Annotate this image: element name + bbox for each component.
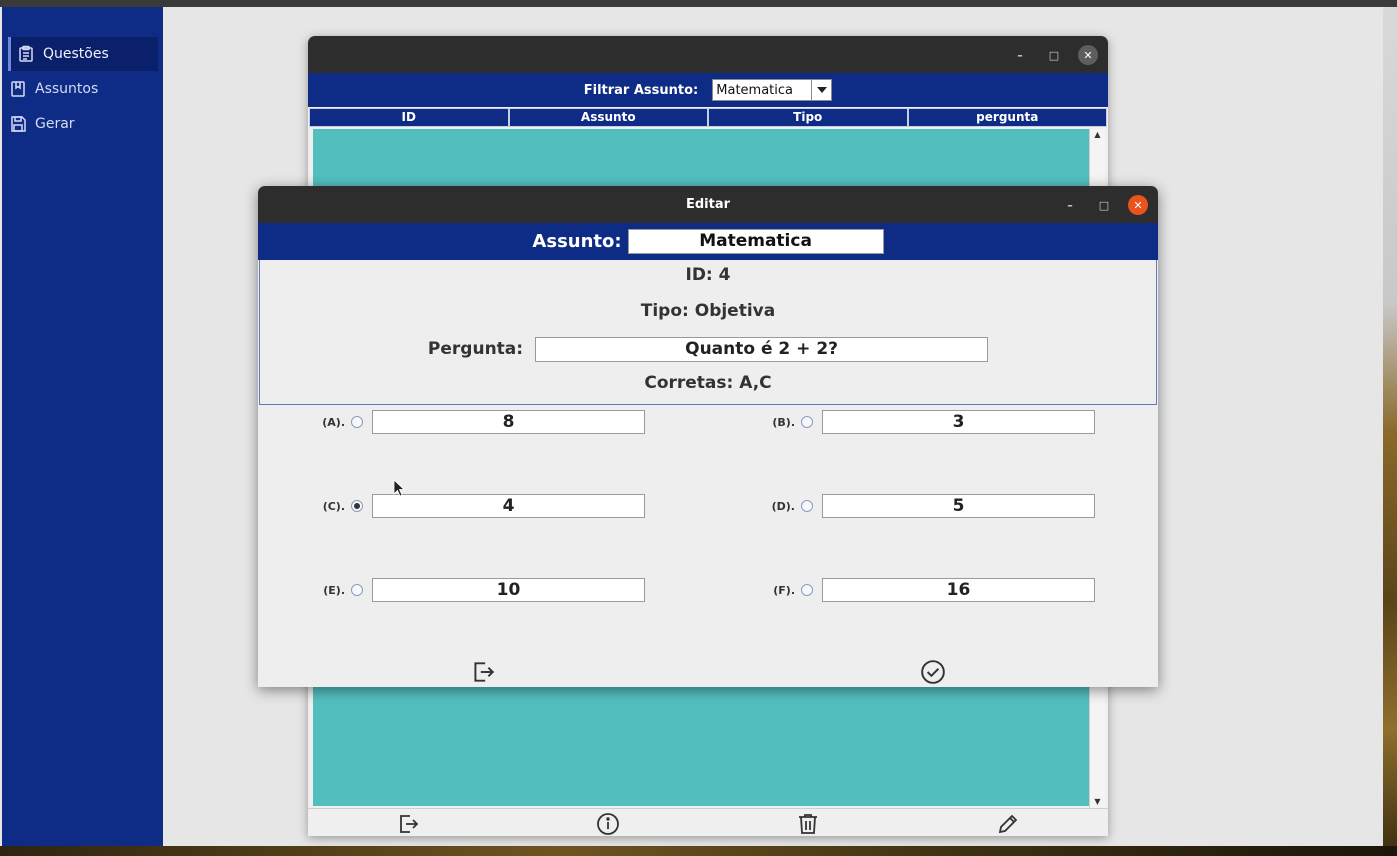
info-icon[interactable]: [596, 812, 620, 836]
maximize-button[interactable]: □: [1044, 45, 1064, 65]
assunto-label: Assunto:: [532, 231, 622, 252]
chevron-down-icon[interactable]: [811, 80, 831, 100]
filter-bar: Filtrar Assunto: Matematica: [308, 73, 1108, 107]
sidebar-item-assuntos[interactable]: Assuntos: [3, 72, 153, 106]
exit-icon[interactable]: [470, 659, 496, 685]
column-header-pergunta[interactable]: pergunta: [907, 108, 1107, 127]
option-label: (B).: [772, 415, 795, 429]
option-f-field[interactable]: 16: [822, 578, 1095, 602]
list-window-titlebar: – □ ✕: [308, 36, 1108, 73]
option-a-radio[interactable]: [351, 416, 363, 428]
option-c-radio[interactable]: [351, 500, 363, 512]
edit-dialog-titlebar: Editar – □ ✕: [258, 186, 1158, 223]
option-label: (C).: [322, 499, 345, 513]
option-label: (F).: [773, 583, 795, 597]
list-toolbar: [308, 808, 1108, 836]
option-row-f: (F). 16: [759, 578, 1095, 602]
pencil-icon[interactable]: [996, 812, 1020, 836]
option-b-field[interactable]: 3: [822, 410, 1095, 434]
assunto-field[interactable]: Matematica: [627, 229, 884, 254]
sidebar-item-label: Gerar: [35, 116, 75, 132]
correct-answers: Corretas: A,C: [644, 373, 772, 393]
edit-dialog-title: Editar: [685, 197, 731, 212]
option-c-field[interactable]: 4: [372, 494, 645, 518]
option-d-radio[interactable]: [801, 500, 813, 512]
option-d-field[interactable]: 5: [822, 494, 1095, 518]
minimize-button[interactable]: –: [1010, 45, 1030, 65]
option-f-radio[interactable]: [801, 584, 813, 596]
pergunta-row: Pergunta: Quanto é 2 + 2?: [260, 336, 1156, 362]
option-row-d: (D). 5: [759, 494, 1095, 518]
sidebar-item-gerar[interactable]: Gerar: [3, 107, 153, 141]
table-header: ID Assunto Tipo pergunta: [309, 108, 1107, 127]
option-e-field[interactable]: 10: [372, 578, 645, 602]
scroll-up-arrow-icon[interactable]: ▲: [1090, 130, 1105, 144]
question-info-panel: ID: 4 Tipo: Objetiva Pergunta: Quanto é …: [259, 260, 1157, 405]
option-row-c: (C). 4: [309, 494, 645, 518]
filter-label: Filtrar Assunto:: [583, 82, 699, 98]
sidebar-item-questoes[interactable]: Questões: [8, 37, 158, 71]
close-button[interactable]: ✕: [1078, 45, 1098, 65]
desktop-wallpaper-edge: [1383, 7, 1397, 856]
desktop-wallpaper-bottom: [0, 846, 1397, 856]
filter-assunto-select[interactable]: Matematica: [712, 79, 833, 101]
column-header-id[interactable]: ID: [309, 108, 509, 127]
filter-select-value: Matematica: [716, 82, 793, 98]
pergunta-label: Pergunta:: [427, 339, 524, 359]
option-label: (A).: [322, 415, 345, 429]
edit-dialog: Editar – □ ✕ Assunto: Matematica ID: 4 T…: [258, 186, 1158, 687]
option-row-e: (E). 10: [309, 578, 645, 602]
clipboard-icon: [17, 45, 35, 63]
maximize-button[interactable]: □: [1094, 195, 1114, 215]
question-type: Tipo: Objetiva: [640, 301, 776, 321]
option-row-b: (B). 3: [759, 410, 1095, 434]
question-id: ID: 4: [685, 265, 731, 285]
sidebar-item-label: Assuntos: [35, 81, 99, 97]
confirm-check-icon[interactable]: [920, 659, 946, 685]
book-icon: [9, 80, 27, 98]
column-header-assunto[interactable]: Assunto: [508, 108, 708, 127]
option-a-field[interactable]: 8: [372, 410, 645, 434]
assunto-bar: Assunto: Matematica: [258, 223, 1158, 260]
option-b-radio[interactable]: [801, 416, 813, 428]
column-header-tipo[interactable]: Tipo: [708, 108, 908, 127]
mouse-cursor-icon: [393, 479, 406, 497]
option-e-radio[interactable]: [351, 584, 363, 596]
minimize-button[interactable]: –: [1060, 195, 1080, 215]
pergunta-field[interactable]: Quanto é 2 + 2?: [535, 336, 989, 362]
option-label: (E).: [323, 583, 345, 597]
sidebar: Questões Assuntos Gerar: [2, 7, 163, 846]
save-icon: [9, 115, 27, 133]
option-row-a: (A). 8: [309, 410, 645, 434]
exit-icon[interactable]: [396, 812, 420, 836]
option-label: (D).: [771, 499, 795, 513]
close-button[interactable]: ✕: [1128, 195, 1148, 215]
sidebar-item-label: Questões: [43, 46, 109, 62]
trash-icon[interactable]: [796, 812, 820, 836]
